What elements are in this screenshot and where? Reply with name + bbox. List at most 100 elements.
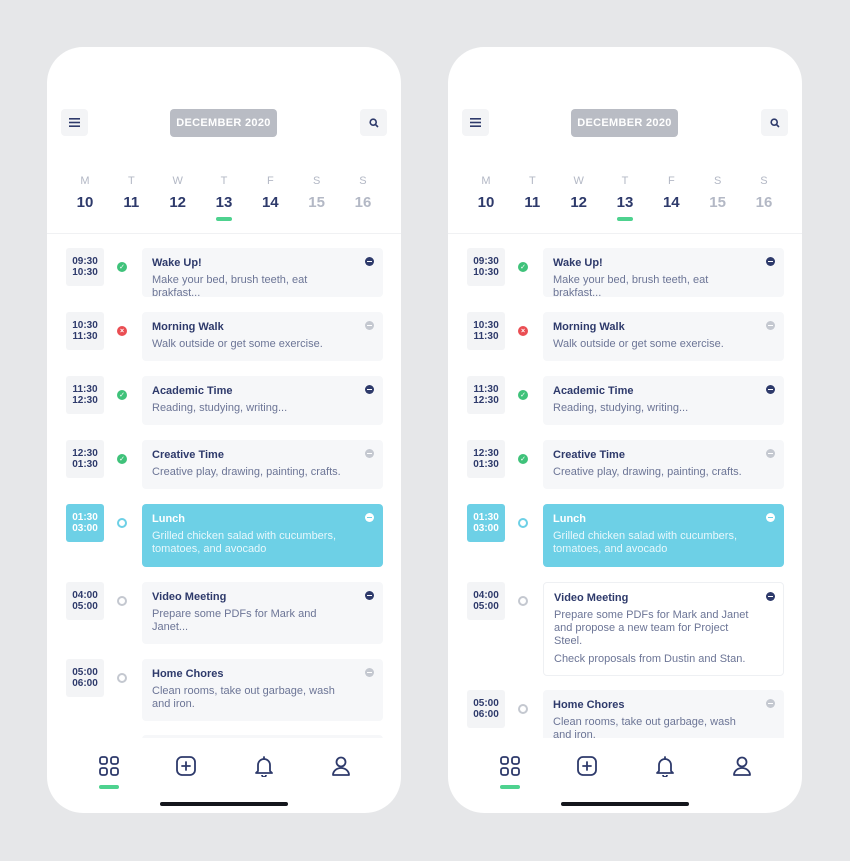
failed-status-icon[interactable]: × — [518, 326, 528, 336]
month-selector[interactable]: DECEMBER 2020 — [571, 109, 678, 137]
collapse-icon[interactable] — [365, 449, 374, 458]
day-saturday[interactable]: S 15 — [696, 175, 740, 225]
event-card[interactable]: Academic Time Reading, studying, writing… — [543, 376, 784, 425]
week-strip: M 10 T 11 W 12 T 13 F 14 S 15 S 16 — [464, 175, 786, 225]
event-description: Clean rooms, take out garbage, wash and … — [152, 685, 335, 710]
time-range: 04:00 05:00 — [66, 582, 104, 620]
done-status-icon[interactable]: ✓ — [117, 262, 127, 272]
day-sunday[interactable]: S 16 — [742, 175, 786, 225]
collapse-icon[interactable] — [365, 385, 374, 394]
time-range: 11:30 12:30 — [467, 376, 505, 414]
collapse-icon[interactable] — [766, 449, 775, 458]
collapse-icon[interactable] — [766, 513, 775, 522]
event-description: Grilled chicken salad with cucumbers, to… — [553, 530, 738, 555]
end-time: 12:30 — [473, 395, 499, 406]
schedule-list[interactable]: 09:30 10:30 ✓ Wake Up! Make your bed, bru… — [448, 248, 802, 738]
day-tuesday[interactable]: T 11 — [510, 175, 554, 225]
nav-add[interactable] — [573, 755, 601, 791]
day-wednesday[interactable]: W 12 — [156, 175, 200, 225]
divider — [47, 233, 401, 234]
event-card[interactable]: Morning Walk Walk outside or get some ex… — [142, 312, 383, 361]
collapse-icon[interactable] — [766, 321, 775, 330]
day-monday[interactable]: M 10 — [464, 175, 508, 225]
day-thursday-selected[interactable]: T 13 — [603, 175, 647, 225]
event-card[interactable]: Creative Time Creative play, drawing, pa… — [543, 440, 784, 489]
search-button[interactable] — [761, 109, 788, 136]
event-card[interactable]: Wake Up! Make your bed, brush teeth, eat… — [543, 248, 784, 299]
nav-profile[interactable] — [728, 755, 756, 791]
bell-icon — [255, 756, 273, 777]
collapse-icon[interactable] — [365, 513, 374, 522]
collapse-icon[interactable] — [766, 385, 775, 394]
collapse-icon[interactable] — [365, 591, 374, 600]
selected-day-indicator — [215, 217, 232, 221]
day-letter: M — [80, 175, 90, 187]
day-wednesday[interactable]: W 12 — [557, 175, 601, 225]
pending-status-icon[interactable] — [518, 596, 528, 606]
collapse-icon[interactable] — [365, 257, 374, 266]
schedule-list[interactable]: 09:30 10:30 ✓ Wake Up! Make your bed, bru… — [47, 248, 401, 738]
day-letter: T — [528, 175, 536, 187]
month-selector[interactable]: DECEMBER 2020 — [170, 109, 277, 137]
collapse-icon[interactable] — [766, 699, 775, 708]
day-sunday[interactable]: S 16 — [341, 175, 385, 225]
done-status-icon[interactable]: ✓ — [518, 262, 528, 272]
event-card[interactable]: Lunch Grilled chicken salad with cucumbe… — [543, 504, 784, 567]
event-card[interactable]: Home Chores Clean rooms, take out garbag… — [142, 659, 383, 721]
done-status-icon[interactable]: ✓ — [117, 390, 127, 400]
day-thursday-selected[interactable]: T 13 — [202, 175, 246, 225]
day-number: 10 — [477, 194, 495, 211]
event-description: Grilled chicken salad with cucumbers, to… — [152, 530, 337, 555]
pending-status-icon[interactable] — [518, 704, 528, 714]
nav-notifications[interactable] — [250, 755, 278, 791]
hamburger-icon — [69, 118, 80, 127]
menu-button[interactable] — [61, 109, 88, 136]
event-card-expanded[interactable]: Video Meeting Prepare some PDFs for Mark… — [543, 582, 784, 676]
day-monday[interactable]: M 10 — [63, 175, 107, 225]
day-letter: T — [127, 175, 135, 187]
home-indicator[interactable] — [160, 802, 288, 806]
done-status-icon[interactable]: ✓ — [518, 390, 528, 400]
current-status-icon[interactable] — [518, 518, 528, 528]
start-time: 09:30 — [72, 256, 98, 267]
pending-status-icon[interactable] — [117, 673, 127, 683]
event-card[interactable]: Academic Time Reading, studying, writing… — [142, 376, 383, 425]
event-card[interactable]: Home Chores Clean rooms, take out garbag… — [543, 690, 784, 738]
event-title: Lunch — [152, 513, 185, 525]
day-number: 15 — [709, 194, 726, 211]
done-status-icon[interactable]: ✓ — [518, 454, 528, 464]
done-status-icon[interactable]: ✓ — [117, 454, 127, 464]
search-button[interactable] — [360, 109, 387, 136]
collapse-icon[interactable] — [365, 321, 374, 330]
day-friday[interactable]: F 14 — [248, 175, 292, 225]
nav-dashboard[interactable] — [496, 755, 524, 791]
failed-status-icon[interactable]: × — [117, 326, 127, 336]
event-card[interactable] — [142, 735, 383, 738]
pending-status-icon[interactable] — [117, 596, 127, 606]
event-card[interactable]: Lunch Grilled chicken salad with cucumbe… — [142, 504, 383, 567]
home-indicator[interactable] — [561, 802, 689, 806]
day-tuesday[interactable]: T 11 — [109, 175, 153, 225]
bottom-nav — [448, 755, 802, 791]
day-saturday[interactable]: S 15 — [295, 175, 339, 225]
nav-add[interactable] — [172, 755, 200, 791]
event-card[interactable]: Morning Walk Walk outside or get some ex… — [543, 312, 784, 361]
day-letter: T — [220, 175, 228, 187]
time-range: 11:30 12:30 — [66, 376, 104, 414]
event-card[interactable]: Wake Up! Make your bed, brush teeth, eat… — [142, 248, 383, 299]
collapse-icon[interactable] — [766, 257, 775, 266]
event-card[interactable]: Video Meeting Prepare some PDFs for Mark… — [142, 582, 383, 644]
menu-button[interactable] — [462, 109, 489, 136]
add-icon — [577, 756, 597, 776]
event-description: Make your bed, brush teeth, eat brakfast… — [152, 274, 308, 299]
nav-profile[interactable] — [327, 755, 355, 791]
current-status-icon[interactable] — [117, 518, 127, 528]
day-friday[interactable]: F 14 — [649, 175, 693, 225]
event-card[interactable]: Creative Time Creative play, drawing, pa… — [142, 440, 383, 489]
time-range: 10:30 11:30 — [66, 312, 104, 350]
collapse-icon[interactable] — [365, 668, 374, 677]
nav-notifications[interactable] — [651, 755, 679, 791]
collapse-icon[interactable] — [766, 592, 775, 601]
end-time: 11:30 — [72, 331, 98, 342]
nav-dashboard[interactable] — [95, 755, 123, 791]
